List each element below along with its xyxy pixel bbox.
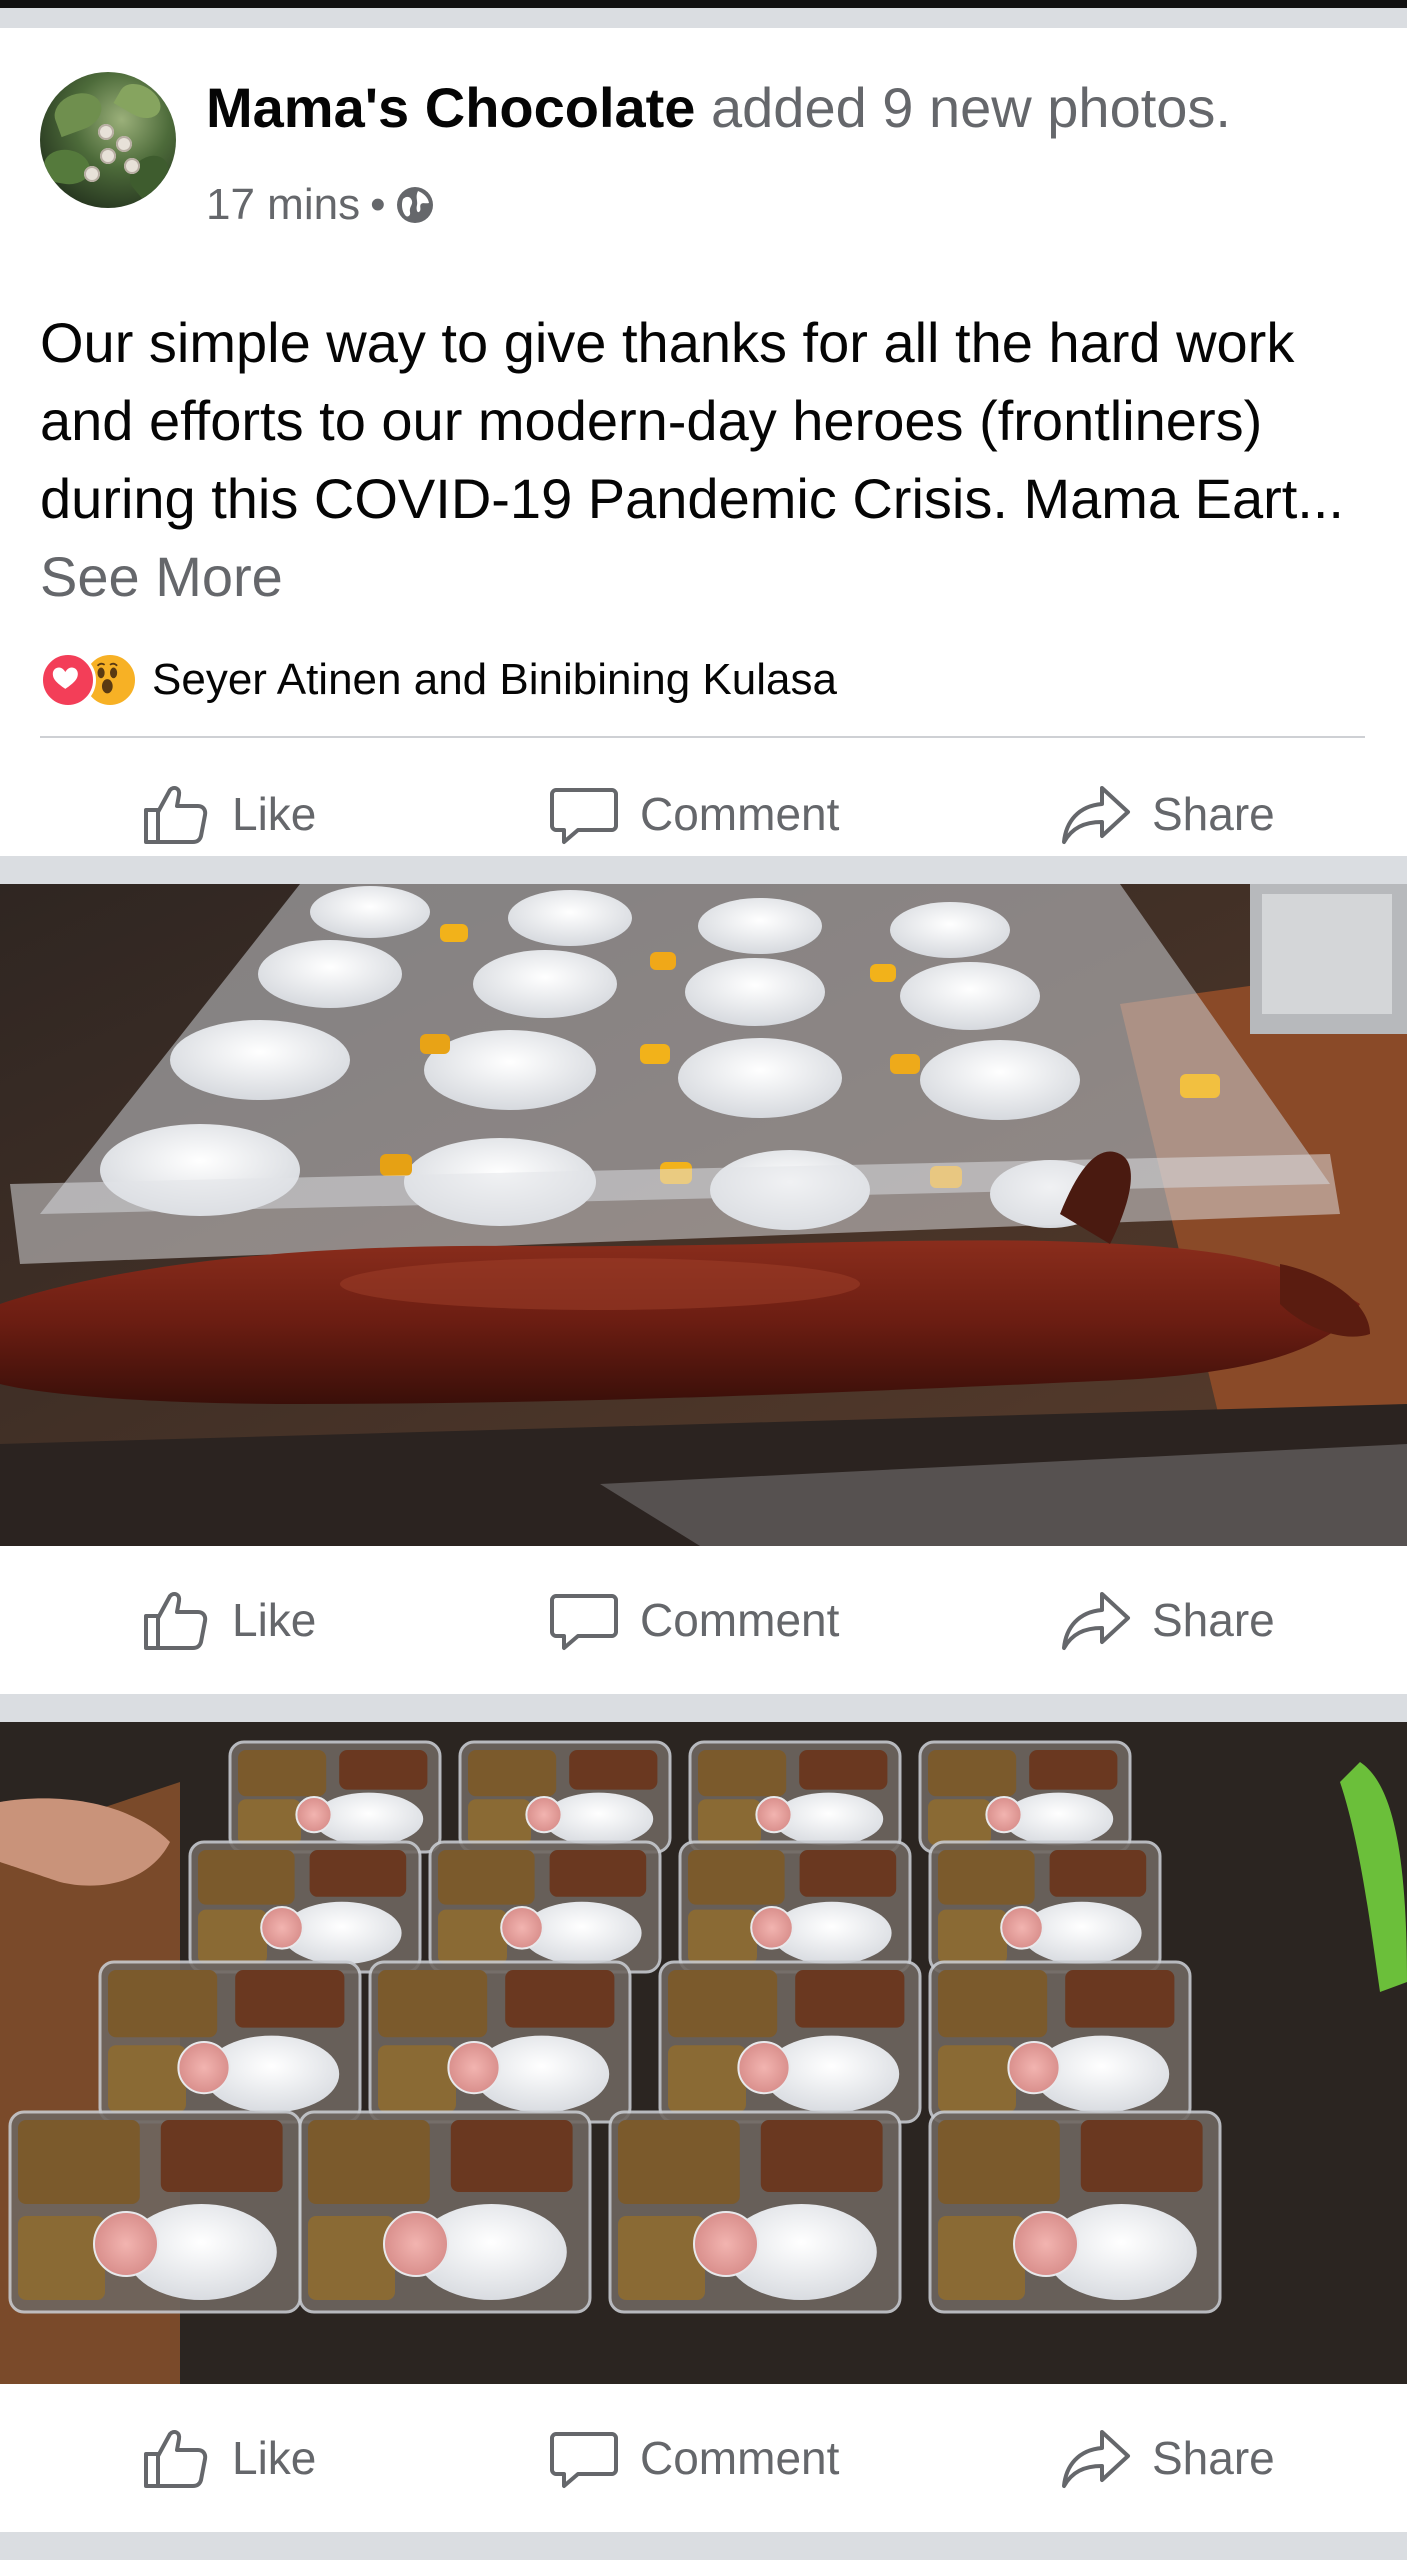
comment-label: Comment [640,1594,840,1646]
reactors-names[interactable]: Seyer Atinen and Binibining Kulasa [152,655,837,705]
feed-gap [0,856,1407,884]
action-bar: Like Comment Share [0,2400,1407,2516]
comment-icon [550,788,618,844]
post-header: Mama's Chocolate added 9 new photos. [206,76,1231,140]
like-button[interactable]: Like [140,2426,316,2490]
share-label: Share [1152,788,1275,840]
photo-lechon-rice[interactable] [0,884,1407,1546]
action-bar: Like Comment Share [0,1562,1407,1678]
post-meta: 17 mins • [206,178,435,232]
status-strip [0,0,1407,8]
post-card: Mama's Chocolate added 9 new photos. 17 … [0,28,1407,856]
comment-label: Comment [640,788,840,840]
divider [40,736,1365,738]
photo-2-image [0,1722,1407,2384]
share-arrow-icon [1062,2430,1130,2488]
share-button[interactable]: Share [1060,782,1275,846]
page-name-link[interactable]: Mama's Chocolate [206,76,695,139]
comment-button[interactable]: Comment [548,1588,839,1652]
comment-icon [550,1594,618,1650]
thumbs-up-icon [144,1591,208,1650]
post-body: Our simple way to give thanks for all th… [40,304,1370,616]
share-button[interactable]: Share [1060,1588,1275,1652]
like-button[interactable]: Like [140,782,316,846]
thumbs-up-icon [144,2429,208,2488]
thumbs-up-icon [144,785,208,844]
feed-gap [0,1694,1407,1722]
share-label: Share [1152,2432,1275,2484]
meta-separator: • [370,180,386,229]
comment-label: Comment [640,2432,840,2484]
post-text: Our simple way to give thanks for all th… [40,311,1344,530]
photo-1-image [0,884,1407,1546]
share-label: Share [1152,1594,1275,1646]
love-icon [40,652,96,708]
feed-gap [0,2532,1407,2560]
reactions-summary[interactable]: Seyer Atinen and Binibining Kulasa [40,650,837,710]
photo-meal-boxes[interactable] [0,1722,1407,2384]
comment-icon [550,2432,618,2488]
share-arrow-icon [1062,1592,1130,1650]
avatar[interactable] [40,72,176,208]
action-bar: Like Comment Share [0,756,1407,872]
like-label: Like [232,2432,317,2484]
post-timestamp[interactable]: 17 mins [206,178,360,232]
share-arrow-icon [1062,786,1130,844]
comment-button[interactable]: Comment [548,782,839,846]
like-label: Like [232,788,317,840]
see-more-link[interactable]: See More [40,545,283,608]
globe-icon [397,187,434,223]
feed-gap [0,8,1407,28]
like-label: Like [232,1594,317,1646]
comment-button[interactable]: Comment [548,2426,839,2490]
like-button[interactable]: Like [140,1588,316,1652]
photo-2-actions: Like Comment Share [0,2384,1407,2532]
share-button[interactable]: Share [1060,2426,1275,2490]
post-action-text: added 9 new photos. [711,76,1231,139]
photo-1-actions: Like Comment Share [0,1546,1407,1694]
